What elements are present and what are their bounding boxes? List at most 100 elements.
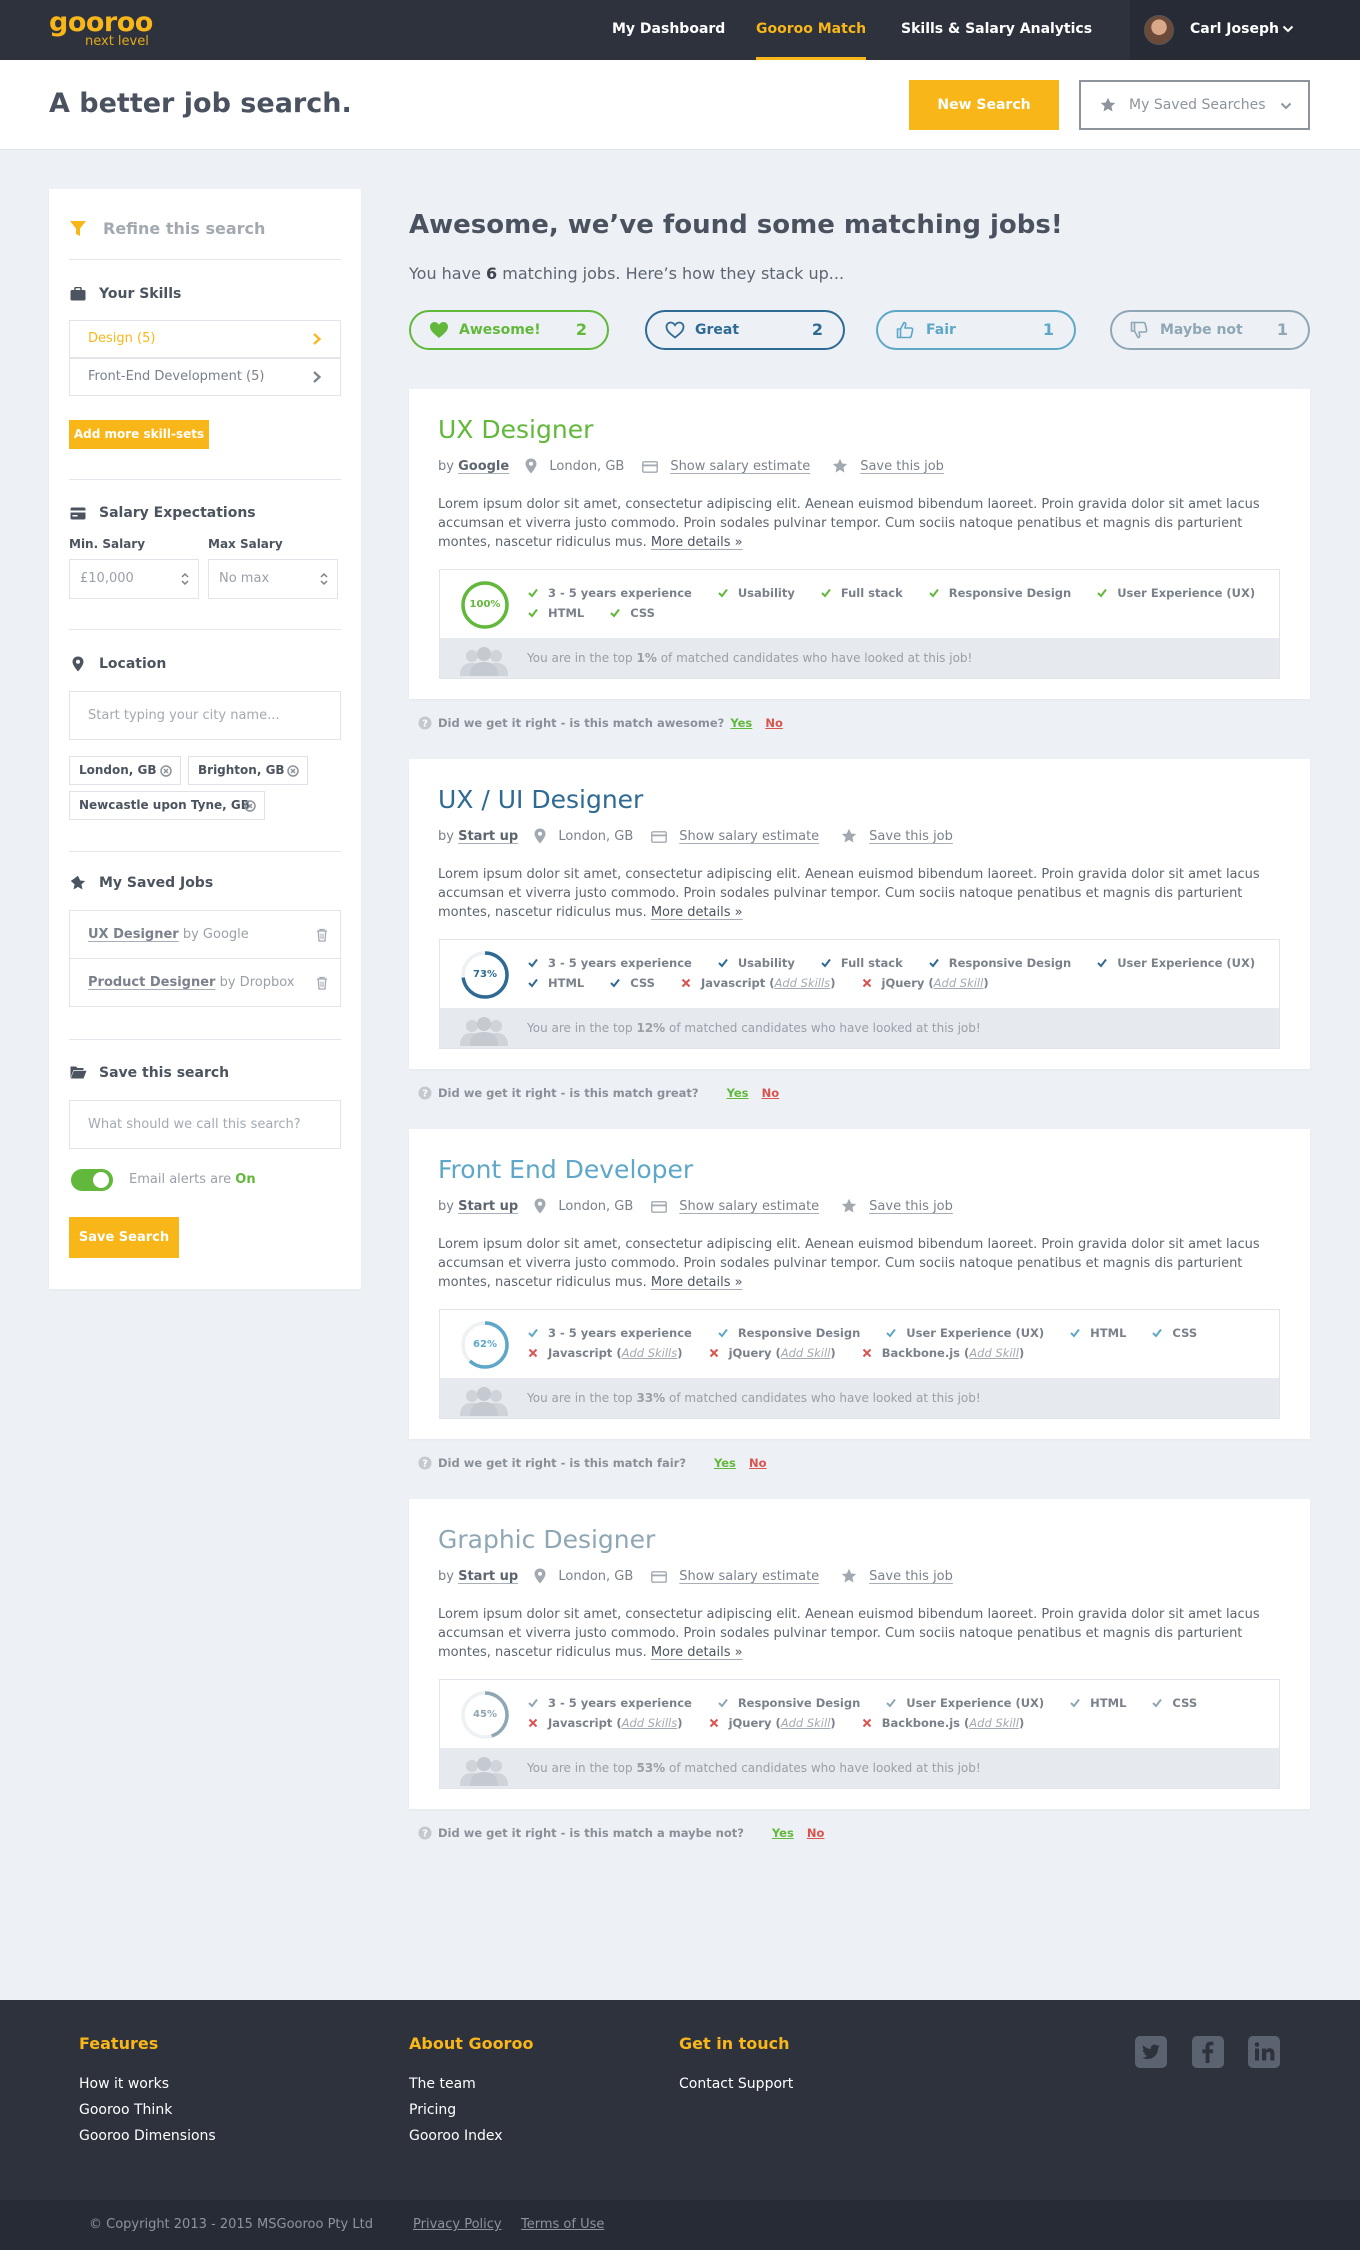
credit-card-icon bbox=[642, 461, 659, 473]
show-salary-estimate-link[interactable]: Show salary estimate bbox=[670, 459, 810, 474]
privacy-policy-link[interactable]: Privacy Policy bbox=[413, 2200, 502, 2250]
add-skill-link[interactable]: Add Skill bbox=[781, 1716, 831, 1730]
more-details-link[interactable]: More details » bbox=[651, 1645, 743, 1660]
skill-missing: jQuery (Add Skill) bbox=[862, 976, 989, 990]
remove-icon[interactable] bbox=[160, 765, 172, 777]
nav-gooroo-match[interactable]: Gooroo Match bbox=[756, 0, 867, 60]
more-details-link[interactable]: More details » bbox=[651, 535, 743, 550]
footer-link[interactable]: Gooroo Index bbox=[409, 2123, 533, 2149]
more-details-link[interactable]: More details » bbox=[651, 1275, 743, 1290]
people-icon bbox=[460, 647, 508, 676]
saved-job-item[interactable]: UX Designer by Google bbox=[69, 910, 341, 959]
skill-front-end-development[interactable]: Front-End Development (5) bbox=[69, 358, 341, 396]
company-link[interactable]: Start up bbox=[458, 829, 518, 844]
add-skill-link[interactable]: Add Skill bbox=[781, 1346, 831, 1360]
twitter-icon[interactable] bbox=[1135, 2036, 1167, 2068]
credit-card-icon bbox=[651, 831, 668, 843]
facebook-icon[interactable] bbox=[1192, 2036, 1224, 2068]
footer-link[interactable]: The team bbox=[409, 2071, 533, 2097]
feedback-yes-link[interactable]: Yes bbox=[714, 1456, 736, 1470]
feedback-no-link[interactable]: No bbox=[762, 1086, 780, 1100]
feedback-question: Did we get it right - is this match awes… bbox=[438, 716, 724, 730]
feedback-yes-link[interactable]: Yes bbox=[772, 1826, 794, 1840]
job-title-link[interactable]: UX / UI Designer bbox=[438, 785, 643, 814]
remove-icon[interactable] bbox=[244, 800, 256, 812]
terms-of-use-link[interactable]: Terms of Use bbox=[521, 2200, 604, 2250]
filter-great[interactable]: Great 2 bbox=[645, 310, 845, 350]
saved-searches-dropdown[interactable]: My Saved Searches bbox=[1079, 80, 1310, 130]
location-input[interactable]: Start typing your city name... bbox=[69, 691, 341, 740]
skill-design[interactable]: Design (5) bbox=[69, 320, 341, 358]
job-title-link[interactable]: Graphic Designer bbox=[438, 1525, 655, 1554]
check-icon bbox=[1070, 1328, 1080, 1338]
footer-link[interactable]: How it works bbox=[79, 2071, 216, 2097]
show-salary-estimate-link[interactable]: Show salary estimate bbox=[679, 829, 819, 844]
add-skill-link[interactable]: Add Skill bbox=[934, 976, 984, 990]
save-search-button[interactable]: Save Search bbox=[69, 1217, 179, 1258]
check-icon bbox=[528, 958, 538, 968]
thumbs-up-icon bbox=[896, 321, 914, 339]
feedback-no-link[interactable]: No bbox=[765, 716, 783, 730]
logo-wordmark: gooroo bbox=[49, 7, 153, 38]
check-icon bbox=[718, 588, 728, 598]
footer-link[interactable]: Contact Support bbox=[679, 2071, 793, 2097]
saved-job-title[interactable]: Product Designer bbox=[88, 975, 215, 990]
save-job-link[interactable]: Save this job bbox=[869, 1199, 953, 1214]
search-name-input[interactable]: What should we call this search? bbox=[69, 1100, 341, 1149]
show-salary-estimate-link[interactable]: Show salary estimate bbox=[679, 1569, 819, 1584]
candidate-rank-text: You are in the top 53% of matched candid… bbox=[527, 1748, 981, 1788]
new-search-button[interactable]: New Search bbox=[909, 80, 1059, 130]
show-salary-estimate-link[interactable]: Show salary estimate bbox=[679, 1199, 819, 1214]
feedback-yes-link[interactable]: Yes bbox=[730, 716, 752, 730]
nav-my-dashboard[interactable]: My Dashboard bbox=[612, 0, 725, 60]
check-icon bbox=[1152, 1698, 1163, 1708]
skill-match: Responsive Design bbox=[718, 1696, 860, 1710]
trash-icon[interactable] bbox=[316, 976, 328, 990]
email-alerts-toggle[interactable] bbox=[71, 1169, 113, 1191]
stepper-icon[interactable] bbox=[180, 571, 190, 587]
company-link[interactable]: Start up bbox=[458, 1569, 518, 1584]
chevron-down-icon bbox=[1282, 25, 1294, 33]
job-card: UX Designer by Google London, GB Show salar… bbox=[409, 389, 1310, 699]
footer-link[interactable]: Gooroo Dimensions bbox=[79, 2123, 216, 2149]
save-job-link[interactable]: Save this job bbox=[869, 1569, 953, 1584]
company-prefix: by bbox=[438, 829, 454, 844]
filter-fair[interactable]: Fair 1 bbox=[876, 310, 1076, 350]
job-title-link[interactable]: UX Designer bbox=[438, 415, 593, 444]
save-job-link[interactable]: Save this job bbox=[860, 459, 944, 474]
add-skill-link[interactable]: Add Skills bbox=[622, 1716, 678, 1730]
stepper-icon[interactable] bbox=[319, 571, 329, 587]
footer-link[interactable]: Pricing bbox=[409, 2097, 533, 2123]
feedback-no-link[interactable]: No bbox=[749, 1456, 767, 1470]
add-skill-link[interactable]: Add Skills bbox=[622, 1346, 678, 1360]
check-icon bbox=[886, 1698, 897, 1708]
min-salary-input[interactable]: £10,000 bbox=[69, 559, 199, 599]
add-skill-link[interactable]: Add Skill bbox=[969, 1716, 1019, 1730]
job-title-link[interactable]: Front End Developer bbox=[438, 1155, 693, 1184]
user-menu[interactable]: Carl Joseph bbox=[1130, 0, 1360, 60]
save-job-link[interactable]: Save this job bbox=[869, 829, 953, 844]
page-header: A better job search. New Search My Saved… bbox=[0, 60, 1360, 150]
add-skill-link[interactable]: Add Skill bbox=[969, 1346, 1019, 1360]
feedback-yes-link[interactable]: Yes bbox=[727, 1086, 749, 1100]
linkedin-icon[interactable] bbox=[1248, 2036, 1280, 2068]
gooroo-logo[interactable]: gooroo next level bbox=[49, 7, 153, 48]
check-icon bbox=[929, 958, 939, 968]
trash-icon[interactable] bbox=[316, 928, 328, 942]
filter-maybe-not[interactable]: Maybe not 1 bbox=[1110, 310, 1310, 350]
filter-awesome[interactable]: Awesome! 2 bbox=[409, 310, 609, 350]
nav-skills-salary-analytics[interactable]: Skills & Salary Analytics bbox=[901, 0, 1092, 60]
skill-name: 3 - 5 years experience bbox=[548, 1326, 692, 1340]
footer-link[interactable]: Gooroo Think bbox=[79, 2097, 216, 2123]
saved-job-title[interactable]: UX Designer bbox=[88, 927, 179, 942]
company-link[interactable]: Start up bbox=[458, 1199, 518, 1214]
add-skill-sets-button[interactable]: Add more skill-sets bbox=[69, 420, 209, 449]
svg-text:?: ? bbox=[422, 1459, 428, 1470]
company-link[interactable]: Google bbox=[458, 459, 509, 474]
saved-job-item[interactable]: Product Designer by Dropbox bbox=[69, 958, 341, 1007]
remove-icon[interactable] bbox=[287, 765, 299, 777]
feedback-no-link[interactable]: No bbox=[807, 1826, 825, 1840]
add-skill-link[interactable]: Add Skills bbox=[775, 976, 831, 990]
max-salary-input[interactable]: No max bbox=[208, 559, 338, 599]
more-details-link[interactable]: More details » bbox=[651, 905, 743, 920]
